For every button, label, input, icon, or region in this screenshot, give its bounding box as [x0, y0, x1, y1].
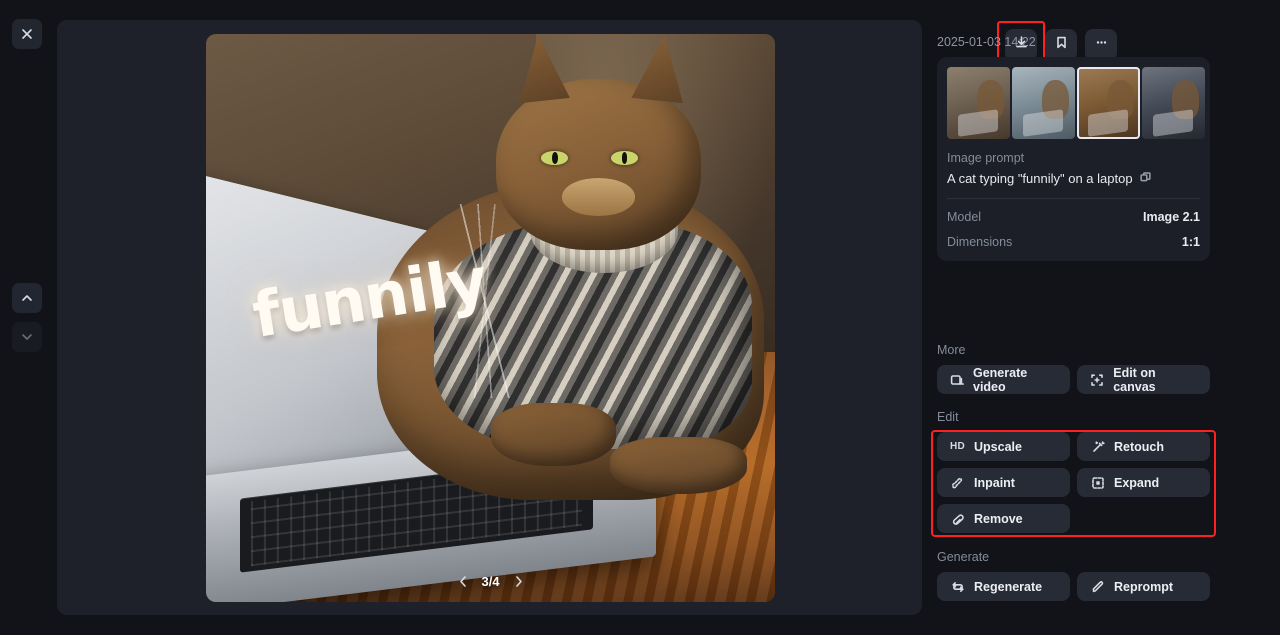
prompt-row: A cat typing "funnily" on a laptop — [947, 171, 1200, 186]
generate-video-button[interactable]: Generate video — [937, 365, 1070, 394]
thumbnail-2[interactable] — [1012, 67, 1075, 139]
pager-next-button[interactable] — [510, 573, 527, 590]
more-actions-group: Generate video Edit on canvas — [937, 365, 1210, 394]
action-label: Edit on canvas — [1113, 365, 1156, 394]
refresh-icon — [950, 580, 965, 594]
action-label: Retouch — [1114, 439, 1164, 454]
prompt-label: Image prompt — [947, 151, 1025, 165]
image-pagination: 3/4 — [454, 573, 526, 590]
reprompt-button[interactable]: Reprompt — [1077, 572, 1210, 601]
chevron-down-icon — [20, 330, 34, 344]
chevron-up-icon — [20, 291, 34, 305]
next-image-button[interactable] — [12, 322, 42, 352]
bookmark-icon — [1054, 35, 1069, 55]
close-icon — [20, 27, 34, 41]
action-label: Upscale — [974, 439, 1022, 454]
action-label: Inpaint — [974, 475, 1015, 490]
canvas-crop-icon — [1090, 373, 1104, 387]
action-label: Remove — [974, 511, 1023, 526]
inpaint-button[interactable]: Inpaint — [937, 468, 1070, 497]
action-label: Generate video — [973, 365, 1028, 394]
section-title-edit: Edit — [937, 410, 959, 424]
metadata-value: Image 2.1 — [1143, 210, 1200, 224]
generation-timestamp: 2025-01-03 14:22 — [937, 35, 1036, 49]
pager-previous-button[interactable] — [454, 573, 471, 590]
section-title-generate: Generate — [937, 550, 990, 564]
close-button[interactable] — [12, 19, 42, 49]
generated-image-render: funnily — [206, 34, 775, 602]
image-viewer-panel: funnily 3/4 — [57, 20, 922, 615]
thumbnail-1[interactable] — [947, 67, 1010, 139]
metadata-key: Model — [947, 210, 982, 224]
remove-button[interactable]: Remove — [937, 504, 1070, 533]
left-rail — [0, 0, 57, 635]
metadata-value: 1:1 — [1181, 235, 1200, 249]
metadata-key: Dimensions — [947, 235, 1013, 249]
upscale-button[interactable]: HD Upscale — [937, 432, 1070, 461]
image-detail-view: funnily 3/4 2025-01-03 14:22 Image promp… — [0, 0, 1280, 635]
regenerate-button[interactable]: Regenerate — [937, 572, 1070, 601]
pencil-icon — [1090, 580, 1105, 594]
pager-label: 3/4 — [481, 574, 500, 589]
metadata-row-model: Model Image 2.1 — [947, 210, 1200, 224]
generate-actions-group: Regenerate Reprompt — [937, 572, 1210, 601]
edit-actions-group: HD Upscale Retouch Inpaint Expand Remove — [937, 432, 1210, 533]
prompt-text: A cat typing "funnily" on a laptop — [947, 171, 1133, 186]
image-metadata-card: Image prompt A cat typing "funnily" on a… — [937, 57, 1210, 261]
magic-wand-icon — [1090, 440, 1105, 454]
section-title-more: More — [937, 343, 966, 357]
action-label: Expand — [1114, 475, 1160, 490]
main-image[interactable]: funnily 3/4 — [206, 34, 775, 602]
metadata-row-dimensions: Dimensions 1:1 — [947, 235, 1200, 249]
paint-brush-icon — [950, 476, 965, 490]
thumbnail-4[interactable] — [1142, 67, 1205, 139]
action-label: Reprompt — [1114, 579, 1174, 594]
expand-frame-icon — [1090, 476, 1105, 490]
previous-image-button[interactable] — [12, 283, 42, 313]
action-label: Regenerate — [974, 579, 1043, 594]
video-frame-icon — [950, 373, 964, 387]
copy-icon[interactable] — [1139, 171, 1151, 186]
expand-button[interactable]: Expand — [1077, 468, 1210, 497]
hd-icon: HD — [949, 441, 966, 452]
details-sidebar: 2025-01-03 14:22 Image prompt A cat typi… — [922, 0, 1280, 635]
more-options-icon — [1094, 35, 1109, 55]
thumbnail-strip — [947, 67, 1205, 139]
eraser-icon — [950, 512, 965, 526]
metadata-divider — [947, 198, 1200, 199]
thumbnail-3[interactable] — [1077, 67, 1140, 139]
retouch-button[interactable]: Retouch — [1077, 432, 1210, 461]
edit-on-canvas-button[interactable]: Edit on canvas — [1077, 365, 1210, 394]
